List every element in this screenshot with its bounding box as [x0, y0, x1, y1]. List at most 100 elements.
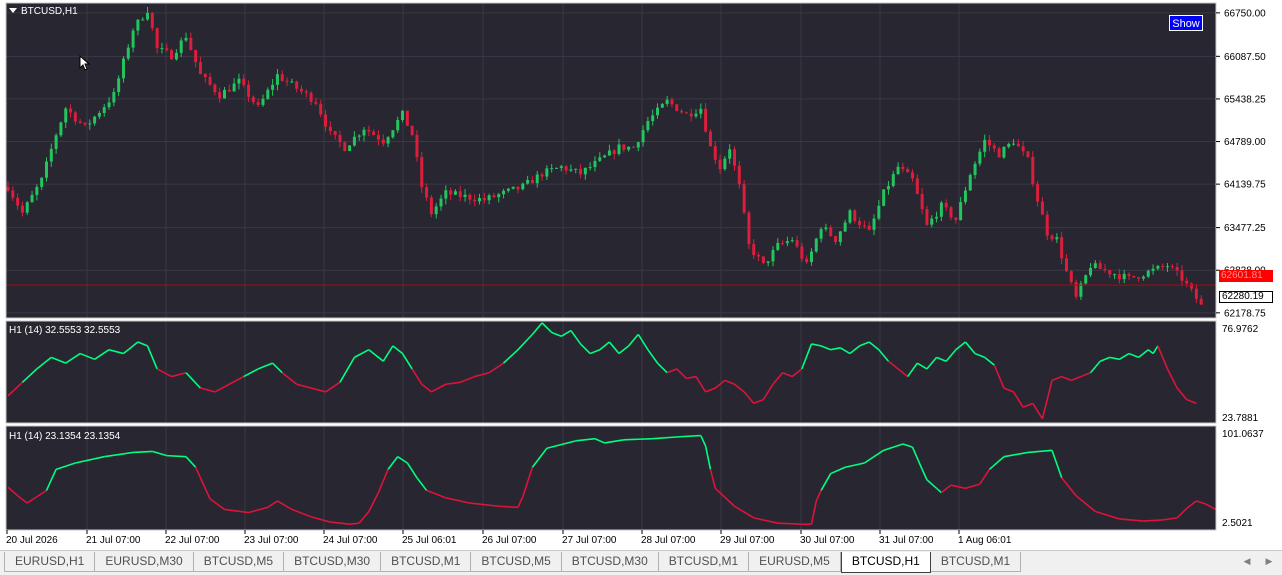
- x-tick-label: 20 Jul 2026: [6, 535, 58, 546]
- candle-body: [247, 84, 251, 97]
- candle-body: [843, 222, 847, 232]
- candle-body: [372, 131, 376, 136]
- tab-eurusd-m30[interactable]: EURUSD,M30: [95, 552, 194, 572]
- candle-body: [1166, 266, 1170, 268]
- candle-body: [526, 179, 530, 184]
- indicator-2-min: 2.5021: [1222, 518, 1253, 529]
- indicator-1-min: 23.7881: [1222, 413, 1259, 424]
- candle-body: [126, 47, 130, 59]
- tab-btcusd-m1[interactable]: BTCUSD,M1: [381, 552, 472, 572]
- candle-body: [949, 207, 953, 218]
- tab-btcusd-m5[interactable]: BTCUSD,M5: [193, 552, 285, 572]
- x-tick-label: 30 Jul 07:00: [800, 535, 855, 546]
- candle-body: [530, 179, 534, 184]
- candle-body: [978, 151, 982, 164]
- indicator-1-max: 76.9762: [1222, 324, 1259, 335]
- candle-body: [434, 206, 438, 215]
- candle-body: [174, 52, 178, 60]
- current-price-tag: 62601.81: [1219, 270, 1273, 282]
- candle-body: [473, 199, 477, 202]
- candle-body: [117, 78, 121, 93]
- candle-body: [449, 190, 453, 195]
- price-tick-label: 66087.50: [1224, 52, 1266, 63]
- chart-canvas[interactable]: BTCUSD,H1 66750.00 66087.50 65438.25 64789.…: [0, 0, 1282, 550]
- candle-body: [588, 167, 592, 169]
- candle-body: [492, 195, 496, 198]
- candle-body: [415, 134, 419, 158]
- time-axis: 20 Jul 2026 21 Jul 07:00 22 Jul 07:00 23 Ju…: [6, 530, 1012, 546]
- bid-price-tag: 62280.19: [1219, 291, 1273, 303]
- price-pane[interactable]: [6, 3, 1216, 318]
- candle-body: [997, 148, 1001, 158]
- tab-btcusd-h1[interactable]: BTCUSD,H1: [840, 552, 931, 573]
- tab-eurusd-m5[interactable]: EURUSD,M5: [749, 552, 841, 572]
- candle-body: [1055, 237, 1059, 240]
- candle-body: [405, 110, 409, 126]
- candle-body: [1137, 277, 1141, 279]
- indicator-segment: [681, 434, 701, 438]
- tab-btcusd-m30[interactable]: BTCUSD,M30: [561, 552, 659, 572]
- candle-body: [1016, 143, 1020, 147]
- indicator-pane-1[interactable]: [6, 321, 1216, 423]
- candle-body: [540, 174, 544, 177]
- candle-body: [425, 187, 429, 198]
- candle-body: [761, 256, 765, 263]
- candle-body: [1194, 288, 1198, 299]
- price-tick-label: 64139.75: [1224, 180, 1266, 191]
- candle-body: [574, 168, 578, 170]
- candle-body: [391, 130, 395, 138]
- candle-body: [829, 227, 833, 237]
- chart-tab-bar: EURUSD,H1 EURUSD,M30 BTCUSD,M5 BTCUSD,M30 BT…: [0, 550, 1282, 575]
- candle-body: [73, 112, 77, 122]
- candle-body: [194, 49, 198, 63]
- candle-body: [757, 255, 761, 257]
- candle-body: [381, 139, 385, 144]
- show-button[interactable]: Show: [1169, 15, 1203, 31]
- arrow-right-icon[interactable]: ▶: [1263, 554, 1275, 568]
- candle-body: [280, 74, 284, 81]
- mouse-pointer-icon: [79, 55, 91, 71]
- x-tick-label: 1 Aug 06:01: [958, 535, 1012, 546]
- candle-body: [1069, 271, 1073, 283]
- x-tick-label: 31 Jul 07:00: [879, 535, 934, 546]
- tab-btcusd-m1[interactable]: BTCUSD,M1: [930, 552, 1022, 572]
- arrow-left-icon[interactable]: ◀: [1241, 554, 1253, 568]
- tab-btcusd-m1[interactable]: BTCUSD,M1: [658, 552, 750, 572]
- candle-body: [275, 74, 279, 85]
- candle-body: [25, 202, 29, 213]
- candle-body: [1064, 258, 1068, 272]
- candle-body: [983, 139, 987, 152]
- candle-body: [607, 150, 611, 156]
- candle-body: [1127, 273, 1131, 276]
- candle-body: [987, 139, 991, 146]
- candle-body: [704, 108, 708, 132]
- candle-body: [463, 194, 467, 198]
- indicator-segment: [498, 505, 519, 509]
- tab-btcusd-m5[interactable]: BTCUSD,M5: [471, 552, 562, 572]
- candle-body: [367, 129, 371, 132]
- candle-body: [179, 40, 183, 53]
- candle-body: [1007, 143, 1011, 147]
- candle-body: [121, 58, 125, 79]
- candle-body: [78, 121, 82, 123]
- candle-body: [867, 225, 871, 230]
- candle-body: [814, 238, 818, 252]
- candle-body: [732, 149, 736, 166]
- candle-body: [771, 249, 775, 262]
- indicator-segment: [1143, 519, 1163, 522]
- tab-btcusd-m30[interactable]: BTCUSD,M30: [284, 552, 382, 572]
- candle-body: [146, 12, 150, 20]
- candle-body: [160, 48, 164, 50]
- candle-body: [915, 178, 919, 194]
- candle-body: [718, 159, 722, 170]
- candle-body: [69, 108, 73, 113]
- candle-body: [1122, 273, 1126, 280]
- candle-body: [1089, 267, 1093, 276]
- candle-body: [891, 174, 895, 187]
- candle-body: [766, 261, 770, 263]
- candle-body: [742, 184, 746, 213]
- candle-body: [805, 258, 809, 263]
- candle-body: [737, 165, 741, 185]
- tab-eurusd-h1[interactable]: EURUSD,H1: [4, 552, 96, 572]
- candle-body: [376, 135, 380, 140]
